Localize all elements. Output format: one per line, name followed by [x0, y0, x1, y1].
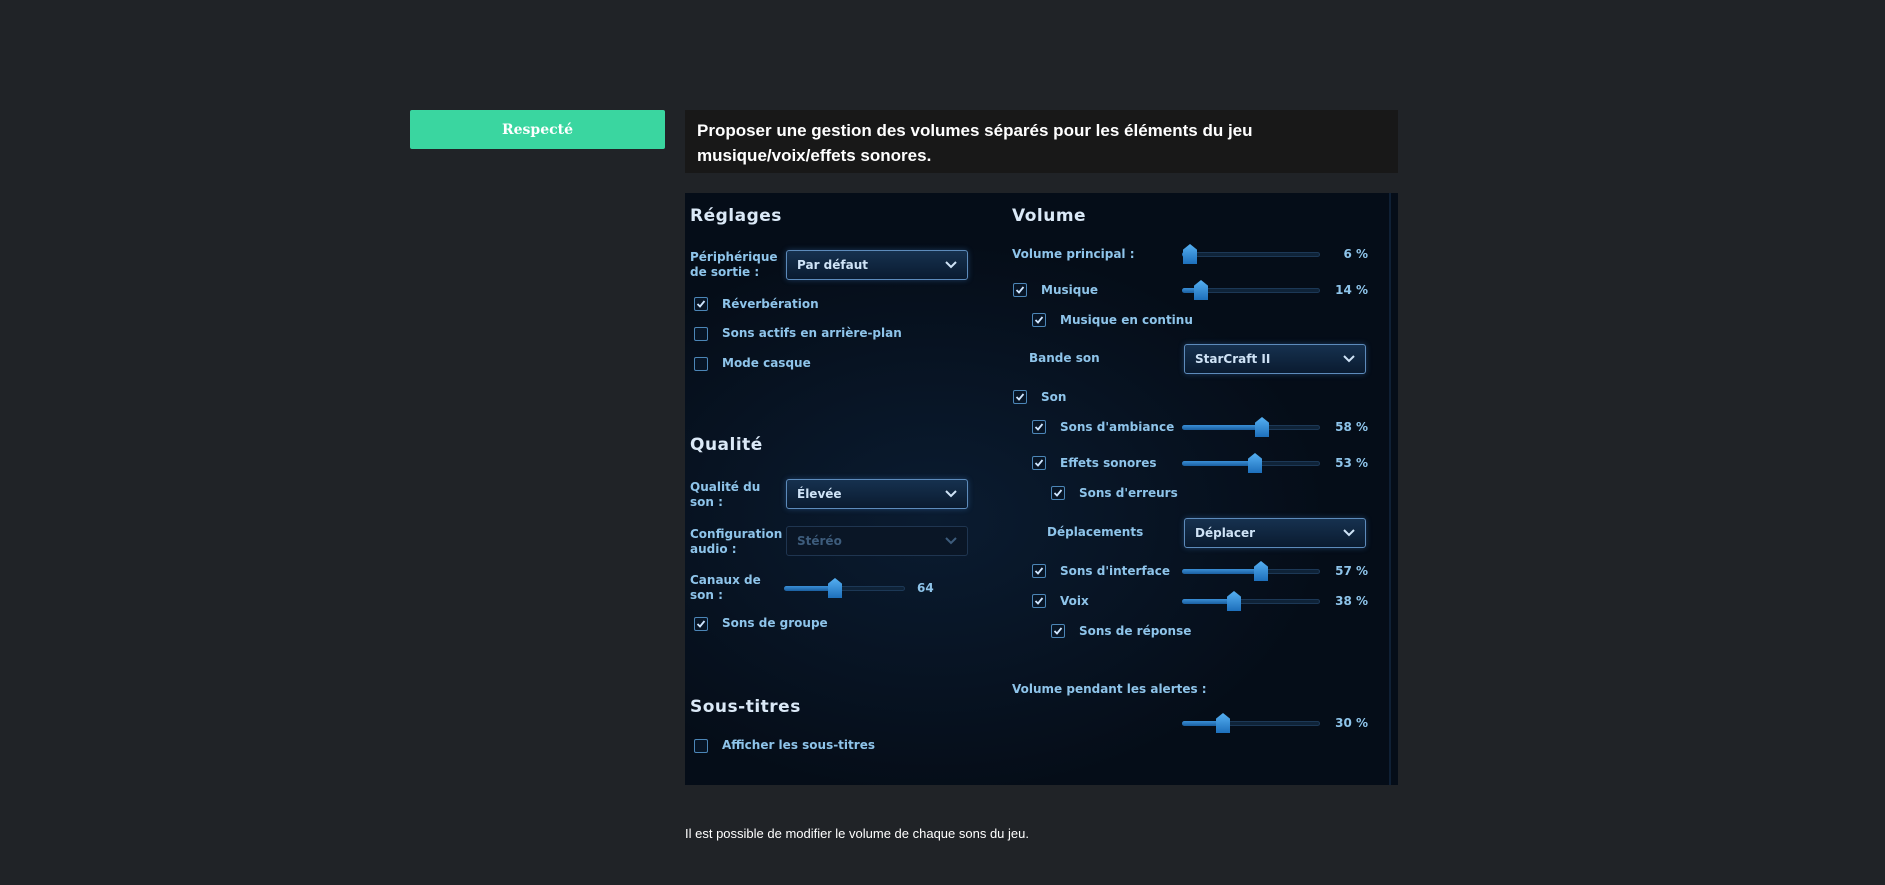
sound-label: Son: [1041, 390, 1067, 404]
audio-config-dropdown: Stéréo: [786, 526, 968, 556]
response-sounds-label: Sons de réponse: [1079, 624, 1192, 638]
sound-effects-checkbox[interactable]: [1032, 456, 1046, 470]
chevron-down-icon: [945, 258, 957, 272]
criterion-header: Proposer une gestion des volumes séparés…: [685, 110, 1398, 173]
criterion-title-line-2: musique/voix/effets sonores.: [697, 146, 932, 165]
checkmark-icon: [1053, 627, 1063, 635]
movement-dropdown[interactable]: Déplacer: [1184, 518, 1366, 548]
chevron-down-icon: [1343, 526, 1355, 540]
output-device-value: Par défaut: [797, 258, 868, 272]
sound-settings-screenshot: Réglages Périphérique de sortie : Par dé…: [685, 193, 1398, 785]
voice-volume-slider[interactable]: [1182, 591, 1320, 611]
interface-volume-value: 57 %: [1335, 564, 1368, 578]
audio-config-value: Stéréo: [797, 534, 842, 548]
background-sounds-checkbox[interactable]: [694, 327, 708, 341]
section-title-sous-titres: Sous-titres: [690, 697, 801, 717]
headset-mode-label: Mode casque: [722, 356, 811, 370]
ambient-volume-value: 58 %: [1335, 420, 1368, 434]
soundtrack-value: StarCraft II: [1195, 352, 1271, 366]
checkmark-icon: [1034, 597, 1044, 605]
reverb-checkbox[interactable]: [694, 297, 708, 311]
soundtrack-label: Bande son: [1029, 351, 1100, 365]
section-title-volume: Volume: [1012, 206, 1087, 226]
interface-sounds-label: Sons d'interface: [1060, 564, 1171, 578]
checkmark-icon: [1015, 393, 1025, 401]
chevron-down-icon: [1343, 352, 1355, 366]
subtitles-checkbox[interactable]: [694, 739, 708, 753]
reverb-label: Réverbération: [722, 297, 819, 311]
alerts-volume-label: Volume pendant les alertes :: [1012, 682, 1207, 696]
alerts-volume-value: 30 %: [1335, 716, 1368, 730]
voice-checkbox[interactable]: [1032, 594, 1046, 608]
checkmark-icon: [1034, 423, 1044, 431]
interface-volume-slider[interactable]: [1182, 561, 1320, 581]
movement-label: Déplacements: [1047, 525, 1144, 539]
panel-divider: [1389, 193, 1391, 785]
checkmark-icon: [696, 300, 706, 308]
checkmark-icon: [1053, 489, 1063, 497]
chevron-down-icon: [945, 534, 957, 548]
caption-text: Il est possible de modifier le volume de…: [685, 826, 1029, 841]
slider-thumb[interactable]: [1194, 280, 1208, 300]
slider-thumb[interactable]: [1227, 591, 1241, 611]
slider-thumb[interactable]: [1216, 713, 1230, 733]
slider-thumb[interactable]: [828, 578, 842, 598]
effects-volume-value: 53 %: [1335, 456, 1368, 470]
alerts-volume-slider[interactable]: [1182, 713, 1320, 733]
checkmark-icon: [1034, 316, 1044, 324]
checkmark-icon: [1015, 286, 1025, 294]
ambient-volume-slider[interactable]: [1182, 417, 1320, 437]
sound-quality-label: Qualité du son :: [690, 480, 761, 509]
chevron-down-icon: [945, 487, 957, 501]
music-label: Musique: [1041, 283, 1099, 297]
response-sounds-checkbox[interactable]: [1051, 624, 1065, 638]
section-title-reglages: Réglages: [690, 206, 782, 226]
main-volume-value: 6 %: [1343, 247, 1368, 261]
output-device-label: Périphérique de sortie :: [690, 250, 778, 279]
background-sounds-label: Sons actifs en arrière-plan: [722, 326, 902, 340]
main-volume-slider[interactable]: [1182, 244, 1320, 264]
soundtrack-dropdown[interactable]: StarCraft II: [1184, 344, 1366, 374]
group-sounds-checkbox[interactable]: [694, 617, 708, 631]
voice-label: Voix: [1060, 594, 1089, 608]
section-title-qualite: Qualité: [690, 435, 763, 455]
slider-thumb[interactable]: [1254, 561, 1268, 581]
sound-quality-value: Élevée: [797, 487, 842, 501]
effects-volume-slider[interactable]: [1182, 453, 1320, 473]
voice-volume-value: 38 %: [1335, 594, 1368, 608]
output-device-dropdown[interactable]: Par défaut: [786, 250, 968, 280]
ambient-sounds-label: Sons d'ambiance: [1060, 420, 1175, 434]
error-sounds-checkbox[interactable]: [1051, 486, 1065, 500]
slider-thumb[interactable]: [1248, 453, 1262, 473]
interface-sounds-checkbox[interactable]: [1032, 564, 1046, 578]
music-volume-slider[interactable]: [1182, 280, 1320, 300]
criterion-title-line-1: Proposer une gestion des volumes séparés…: [697, 121, 1253, 140]
music-checkbox[interactable]: [1013, 283, 1027, 297]
sound-quality-dropdown[interactable]: Élevée: [786, 479, 968, 509]
sound-channels-slider[interactable]: [784, 578, 905, 598]
checkmark-icon: [696, 620, 706, 628]
slider-thumb[interactable]: [1183, 244, 1197, 264]
ambient-sounds-checkbox[interactable]: [1032, 420, 1046, 434]
sound-checkbox[interactable]: [1013, 390, 1027, 404]
continuous-music-checkbox[interactable]: [1032, 313, 1046, 327]
sound-effects-label: Effets sonores: [1060, 456, 1157, 470]
sound-channels-value: 64: [917, 581, 934, 595]
error-sounds-label: Sons d'erreurs: [1079, 486, 1178, 500]
main-volume-label: Volume principal :: [1012, 247, 1135, 261]
group-sounds-label: Sons de groupe: [722, 616, 828, 630]
audio-config-label: Configuration audio :: [690, 527, 783, 556]
status-badge: Respecté: [410, 110, 665, 149]
headset-mode-checkbox[interactable]: [694, 357, 708, 371]
checkmark-icon: [1034, 567, 1044, 575]
subtitles-label: Afficher les sous-titres: [722, 738, 875, 752]
movement-value: Déplacer: [1195, 526, 1256, 540]
music-volume-value: 14 %: [1335, 283, 1368, 297]
slider-thumb[interactable]: [1255, 417, 1269, 437]
sound-channels-label: Canaux de son :: [690, 573, 761, 602]
checkmark-icon: [1034, 459, 1044, 467]
continuous-music-label: Musique en continu: [1060, 313, 1193, 327]
